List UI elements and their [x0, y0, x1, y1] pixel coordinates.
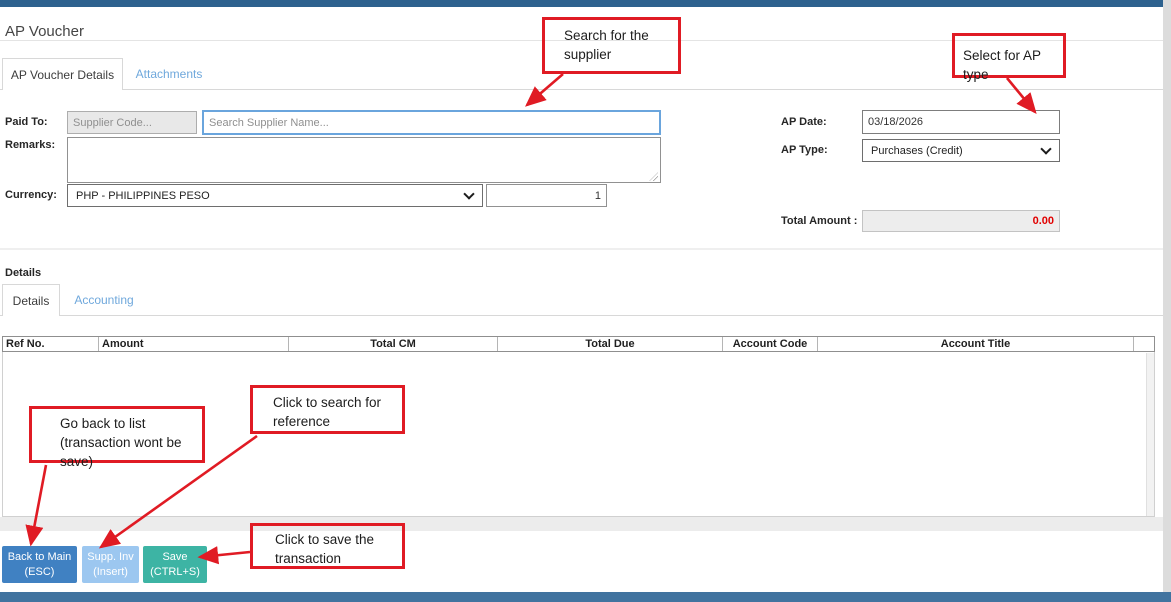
- page-title: AP Voucher: [5, 23, 84, 40]
- chevron-down-icon: [1040, 143, 1051, 154]
- ap-voucher-page: AP Voucher AP Voucher Details Attachment…: [0, 0, 1171, 602]
- currency-rate-input[interactable]: [486, 184, 607, 207]
- back-to-main-button[interactable]: Back to Main (ESC): [2, 546, 77, 583]
- details-table-header: Ref No. Amount Total CM Total Due Accoun…: [2, 336, 1155, 352]
- tab-details[interactable]: Details: [2, 284, 60, 316]
- column-header-total-due[interactable]: Total Due: [498, 337, 723, 351]
- ap-type-label: AP Type:: [781, 144, 828, 156]
- table-footer-strip: [0, 517, 1163, 531]
- tab-label: Details: [13, 294, 50, 308]
- chevron-down-icon: [463, 188, 474, 199]
- column-header-account-code[interactable]: Account Code: [723, 337, 818, 351]
- annotation-go-back: Go back to list (transaction wont be sav…: [29, 406, 205, 463]
- top-bar: [0, 0, 1163, 7]
- total-amount-input: [862, 210, 1060, 232]
- table-scrollbar[interactable]: [1146, 353, 1154, 516]
- tab-accounting[interactable]: Accounting: [60, 284, 148, 315]
- tab-label: Accounting: [74, 293, 133, 307]
- annotation-search-supplier: Search for the supplier: [542, 17, 681, 74]
- tab-ap-voucher-details[interactable]: AP Voucher Details: [2, 58, 123, 90]
- supplier-code-input[interactable]: [67, 111, 197, 134]
- textarea-resize-grip[interactable]: [649, 172, 658, 181]
- tab-label: AP Voucher Details: [11, 68, 114, 82]
- currency-selected-value: PHP - PHILIPPINES PESO: [76, 190, 210, 202]
- ap-type-select[interactable]: Purchases (Credit): [862, 139, 1060, 162]
- ap-date-input[interactable]: [862, 110, 1060, 134]
- annotation-save-transaction: Click to save the transaction: [250, 523, 405, 569]
- button-shortcut: (Insert): [93, 565, 128, 580]
- column-header-account-title[interactable]: Account Title: [818, 337, 1134, 351]
- details-tabstrip: Details Accounting: [0, 284, 1163, 316]
- column-header-amount[interactable]: Amount: [99, 337, 289, 351]
- column-header-total-cm[interactable]: Total CM: [289, 337, 498, 351]
- column-header-ref-no[interactable]: Ref No.: [3, 337, 99, 351]
- currency-select[interactable]: PHP - PHILIPPINES PESO: [67, 184, 483, 207]
- annotation-search-reference: Click to search for reference: [250, 385, 405, 434]
- button-shortcut: (CTRL+S): [150, 565, 200, 580]
- currency-label: Currency:: [5, 189, 57, 201]
- button-shortcut: (ESC): [25, 565, 55, 580]
- ap-date-label: AP Date:: [781, 116, 827, 128]
- page-scrollbar[interactable]: [1163, 0, 1171, 602]
- button-label: Back to Main: [8, 550, 72, 565]
- supp-inv-button[interactable]: Supp. Inv (Insert): [82, 546, 139, 583]
- section-divider: [0, 248, 1163, 250]
- total-amount-label: Total Amount :: [781, 215, 857, 227]
- remarks-label: Remarks:: [5, 139, 55, 151]
- tab-label: Attachments: [136, 67, 203, 81]
- ap-type-selected-value: Purchases (Credit): [871, 145, 963, 157]
- remarks-textarea[interactable]: [67, 137, 661, 183]
- tab-attachments[interactable]: Attachments: [123, 58, 215, 89]
- column-header-spacer: [1134, 337, 1154, 351]
- supplier-name-search-input[interactable]: [202, 110, 661, 135]
- button-label: Save: [162, 550, 187, 565]
- details-section-label: Details: [5, 267, 41, 279]
- annotation-select-ap-type: Select for AP type: [952, 33, 1066, 78]
- paid-to-label: Paid To:: [5, 116, 48, 128]
- button-label: Supp. Inv: [87, 550, 133, 565]
- bottom-bar: [0, 592, 1171, 602]
- save-button[interactable]: Save (CTRL+S): [143, 546, 207, 583]
